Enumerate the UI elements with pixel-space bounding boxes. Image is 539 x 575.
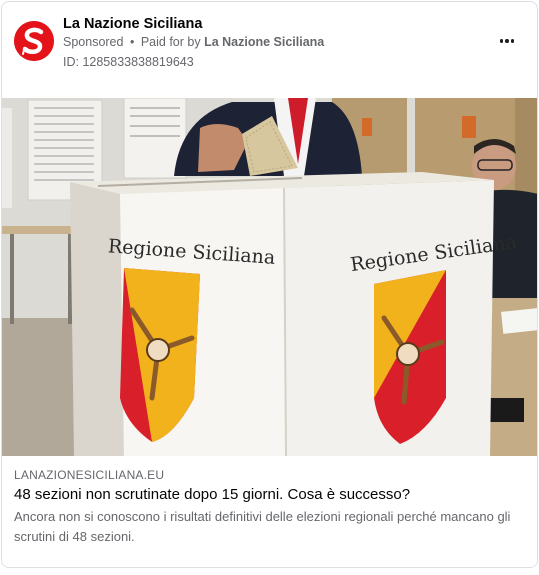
- sponsored-label: Sponsored: [63, 35, 124, 49]
- ad-card: La Nazione Siciliana Sponsored • Paid fo…: [1, 1, 538, 568]
- link-headline[interactable]: 48 sezioni non scrutinate dopo 15 giorni…: [14, 486, 410, 503]
- la-nazione-logo-icon: [14, 21, 54, 61]
- ad-id: ID: 1285833838819643: [63, 55, 194, 69]
- ad-header: La Nazione Siciliana Sponsored • Paid fo…: [2, 2, 537, 98]
- paid-for-label: Paid for by: [140, 35, 201, 49]
- paid-for-name[interactable]: La Nazione Siciliana: [204, 35, 324, 49]
- link-preview[interactable]: LANAZIONESICILIANA.EU 48 sezioni non scr…: [2, 456, 537, 567]
- ad-image[interactable]: Regione Siciliana Regione Siciliana: [2, 98, 537, 456]
- link-description: Ancora non si conoscono i risultati defi…: [14, 509, 511, 544]
- more-horizontal-icon: [499, 39, 504, 43]
- more-horizontal-icon: [505, 39, 509, 43]
- more-options-button[interactable]: [495, 32, 519, 50]
- link-domain: LANAZIONESICILIANA.EU: [14, 468, 165, 482]
- page-name[interactable]: La Nazione Siciliana: [63, 16, 202, 32]
- more-horizontal-icon: [510, 39, 515, 43]
- sponsored-line: Sponsored • Paid for by La Nazione Sicil…: [63, 35, 324, 49]
- page-avatar[interactable]: [14, 21, 54, 61]
- separator-dot: •: [129, 35, 135, 49]
